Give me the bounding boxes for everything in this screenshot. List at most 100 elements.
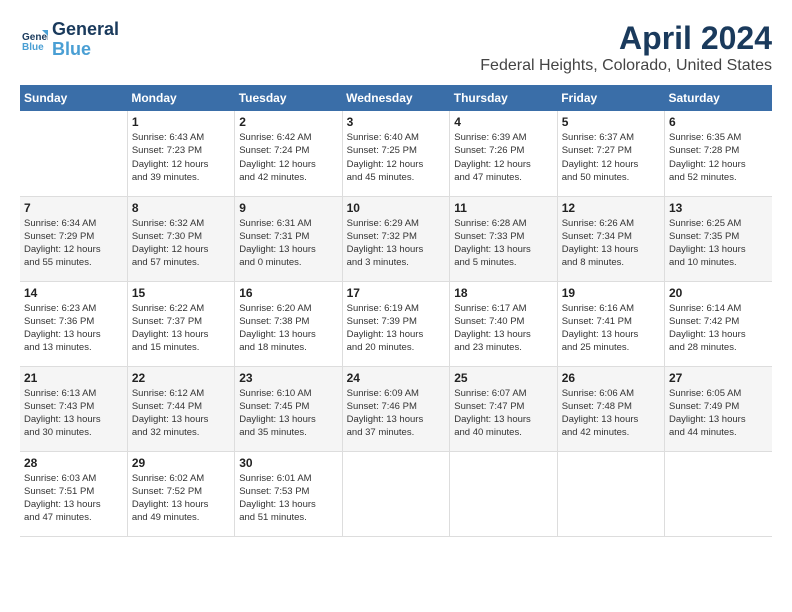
day-number: 25 [454, 371, 552, 385]
day-number: 27 [669, 371, 768, 385]
header-row: SundayMondayTuesdayWednesdayThursdayFrid… [20, 85, 772, 111]
day-info: Sunrise: 6:42 AM Sunset: 7:24 PM Dayligh… [239, 131, 337, 184]
day-info: Sunrise: 6:26 AM Sunset: 7:34 PM Dayligh… [562, 217, 660, 270]
day-number: 3 [347, 115, 446, 129]
calendar-cell: 4 Sunrise: 6:39 AM Sunset: 7:26 PM Daylig… [450, 111, 557, 196]
logo: General Blue General Blue [20, 20, 119, 60]
calendar-cell: 28 Sunrise: 6:03 AM Sunset: 7:51 PM Dayli… [20, 451, 127, 536]
calendar-cell: 21Sunrise: 6:13 AM Sunset: 7:43 PM Dayli… [20, 366, 127, 451]
day-info: Sunrise: 6:03 AM Sunset: 7:51 PM Dayligh… [24, 472, 123, 525]
day-number: 24 [347, 371, 446, 385]
logo-line1: General [52, 20, 119, 40]
day-info: Sunrise: 6:35 AM Sunset: 7:28 PM Dayligh… [669, 131, 768, 184]
calendar-cell: 8 Sunrise: 6:32 AM Sunset: 7:30 PM Daylig… [127, 196, 234, 281]
header-day-wednesday: Wednesday [342, 85, 450, 111]
day-info: Sunrise: 6:07 AM Sunset: 7:47 PM Dayligh… [454, 387, 552, 440]
calendar-cell: 9 Sunrise: 6:31 AM Sunset: 7:31 PM Daylig… [235, 196, 342, 281]
calendar-week-1: 1 Sunrise: 6:43 AM Sunset: 7:23 PM Daylig… [20, 111, 772, 196]
day-info: Sunrise: 6:25 AM Sunset: 7:35 PM Dayligh… [669, 217, 768, 270]
day-info: Sunrise: 6:02 AM Sunset: 7:52 PM Dayligh… [132, 472, 230, 525]
calendar-body: 1 Sunrise: 6:43 AM Sunset: 7:23 PM Daylig… [20, 111, 772, 536]
day-info: Sunrise: 6:10 AM Sunset: 7:45 PM Dayligh… [239, 387, 337, 440]
day-info: Sunrise: 6:19 AM Sunset: 7:39 PM Dayligh… [347, 302, 446, 355]
calendar-cell [450, 451, 557, 536]
day-info: Sunrise: 6:16 AM Sunset: 7:41 PM Dayligh… [562, 302, 660, 355]
day-info: Sunrise: 6:37 AM Sunset: 7:27 PM Dayligh… [562, 131, 660, 184]
day-number: 17 [347, 286, 446, 300]
day-info: Sunrise: 6:29 AM Sunset: 7:32 PM Dayligh… [347, 217, 446, 270]
day-number: 14 [24, 286, 123, 300]
calendar-cell: 11 Sunrise: 6:28 AM Sunset: 7:33 PM Dayli… [450, 196, 557, 281]
day-info: Sunrise: 6:20 AM Sunset: 7:38 PM Dayligh… [239, 302, 337, 355]
calendar-week-4: 21Sunrise: 6:13 AM Sunset: 7:43 PM Dayli… [20, 366, 772, 451]
calendar-week-3: 14 Sunrise: 6:23 AM Sunset: 7:36 PM Dayli… [20, 281, 772, 366]
day-number: 12 [562, 201, 660, 215]
day-info: Sunrise: 6:22 AM Sunset: 7:37 PM Dayligh… [132, 302, 230, 355]
day-number: 29 [132, 456, 230, 470]
calendar-cell: 3Sunrise: 6:40 AM Sunset: 7:25 PM Daylig… [342, 111, 450, 196]
calendar-cell: 7 Sunrise: 6:34 AM Sunset: 7:29 PM Daylig… [20, 196, 127, 281]
calendar-cell: 26 Sunrise: 6:06 AM Sunset: 7:48 PM Dayli… [557, 366, 664, 451]
day-info: Sunrise: 6:28 AM Sunset: 7:33 PM Dayligh… [454, 217, 552, 270]
logo-text: General Blue [52, 20, 119, 60]
calendar-week-5: 28 Sunrise: 6:03 AM Sunset: 7:51 PM Dayli… [20, 451, 772, 536]
day-number: 9 [239, 201, 337, 215]
header-day-tuesday: Tuesday [235, 85, 342, 111]
calendar-header: SundayMondayTuesdayWednesdayThursdayFrid… [20, 85, 772, 111]
calendar-cell: 10 Sunrise: 6:29 AM Sunset: 7:32 PM Dayli… [342, 196, 450, 281]
day-number: 26 [562, 371, 660, 385]
day-info: Sunrise: 6:43 AM Sunset: 7:23 PM Dayligh… [132, 131, 230, 184]
day-number: 21 [24, 371, 123, 385]
calendar-cell: 13Sunrise: 6:25 AM Sunset: 7:35 PM Dayli… [665, 196, 773, 281]
day-number: 1 [132, 115, 230, 129]
calendar-cell: 22 Sunrise: 6:12 AM Sunset: 7:44 PM Dayli… [127, 366, 234, 451]
calendar-cell: 19 Sunrise: 6:16 AM Sunset: 7:41 PM Dayli… [557, 281, 664, 366]
day-number: 5 [562, 115, 660, 129]
month-title: April 2024 [480, 20, 772, 57]
calendar-cell: 15 Sunrise: 6:22 AM Sunset: 7:37 PM Dayli… [127, 281, 234, 366]
day-info: Sunrise: 6:31 AM Sunset: 7:31 PM Dayligh… [239, 217, 337, 270]
day-number: 16 [239, 286, 337, 300]
day-info: Sunrise: 6:32 AM Sunset: 7:30 PM Dayligh… [132, 217, 230, 270]
day-info: Sunrise: 6:34 AM Sunset: 7:29 PM Dayligh… [24, 217, 123, 270]
header-day-friday: Friday [557, 85, 664, 111]
calendar-cell [342, 451, 450, 536]
day-number: 7 [24, 201, 123, 215]
day-number: 20 [669, 286, 768, 300]
day-number: 2 [239, 115, 337, 129]
calendar-week-2: 7 Sunrise: 6:34 AM Sunset: 7:29 PM Daylig… [20, 196, 772, 281]
day-number: 28 [24, 456, 123, 470]
calendar-cell [20, 111, 127, 196]
day-info: Sunrise: 6:23 AM Sunset: 7:36 PM Dayligh… [24, 302, 123, 355]
calendar-cell [557, 451, 664, 536]
calendar-cell: 12 Sunrise: 6:26 AM Sunset: 7:34 PM Dayli… [557, 196, 664, 281]
logo-line2: Blue [52, 39, 91, 59]
page-header: General Blue General Blue April 2024 Fed… [20, 20, 772, 75]
calendar-cell: 14 Sunrise: 6:23 AM Sunset: 7:36 PM Dayli… [20, 281, 127, 366]
day-info: Sunrise: 6:14 AM Sunset: 7:42 PM Dayligh… [669, 302, 768, 355]
day-number: 11 [454, 201, 552, 215]
calendar-cell: 17 Sunrise: 6:19 AM Sunset: 7:39 PM Dayli… [342, 281, 450, 366]
day-number: 22 [132, 371, 230, 385]
calendar-cell: 18Sunrise: 6:17 AM Sunset: 7:40 PM Dayli… [450, 281, 557, 366]
calendar-cell [665, 451, 773, 536]
day-info: Sunrise: 6:06 AM Sunset: 7:48 PM Dayligh… [562, 387, 660, 440]
day-info: Sunrise: 6:09 AM Sunset: 7:46 PM Dayligh… [347, 387, 446, 440]
day-info: Sunrise: 6:39 AM Sunset: 7:26 PM Dayligh… [454, 131, 552, 184]
calendar-cell: 24 Sunrise: 6:09 AM Sunset: 7:46 PM Dayli… [342, 366, 450, 451]
header-day-saturday: Saturday [665, 85, 773, 111]
day-number: 23 [239, 371, 337, 385]
svg-text:Blue: Blue [22, 42, 44, 53]
header-day-monday: Monday [127, 85, 234, 111]
day-number: 4 [454, 115, 552, 129]
day-number: 15 [132, 286, 230, 300]
day-number: 19 [562, 286, 660, 300]
title-block: April 2024 Federal Heights, Colorado, Un… [480, 20, 772, 75]
header-day-thursday: Thursday [450, 85, 557, 111]
day-number: 10 [347, 201, 446, 215]
location-title: Federal Heights, Colorado, United States [480, 57, 772, 75]
calendar-cell: 2 Sunrise: 6:42 AM Sunset: 7:24 PM Daylig… [235, 111, 342, 196]
calendar-cell: 25 Sunrise: 6:07 AM Sunset: 7:47 PM Dayli… [450, 366, 557, 451]
day-number: 8 [132, 201, 230, 215]
day-info: Sunrise: 6:12 AM Sunset: 7:44 PM Dayligh… [132, 387, 230, 440]
